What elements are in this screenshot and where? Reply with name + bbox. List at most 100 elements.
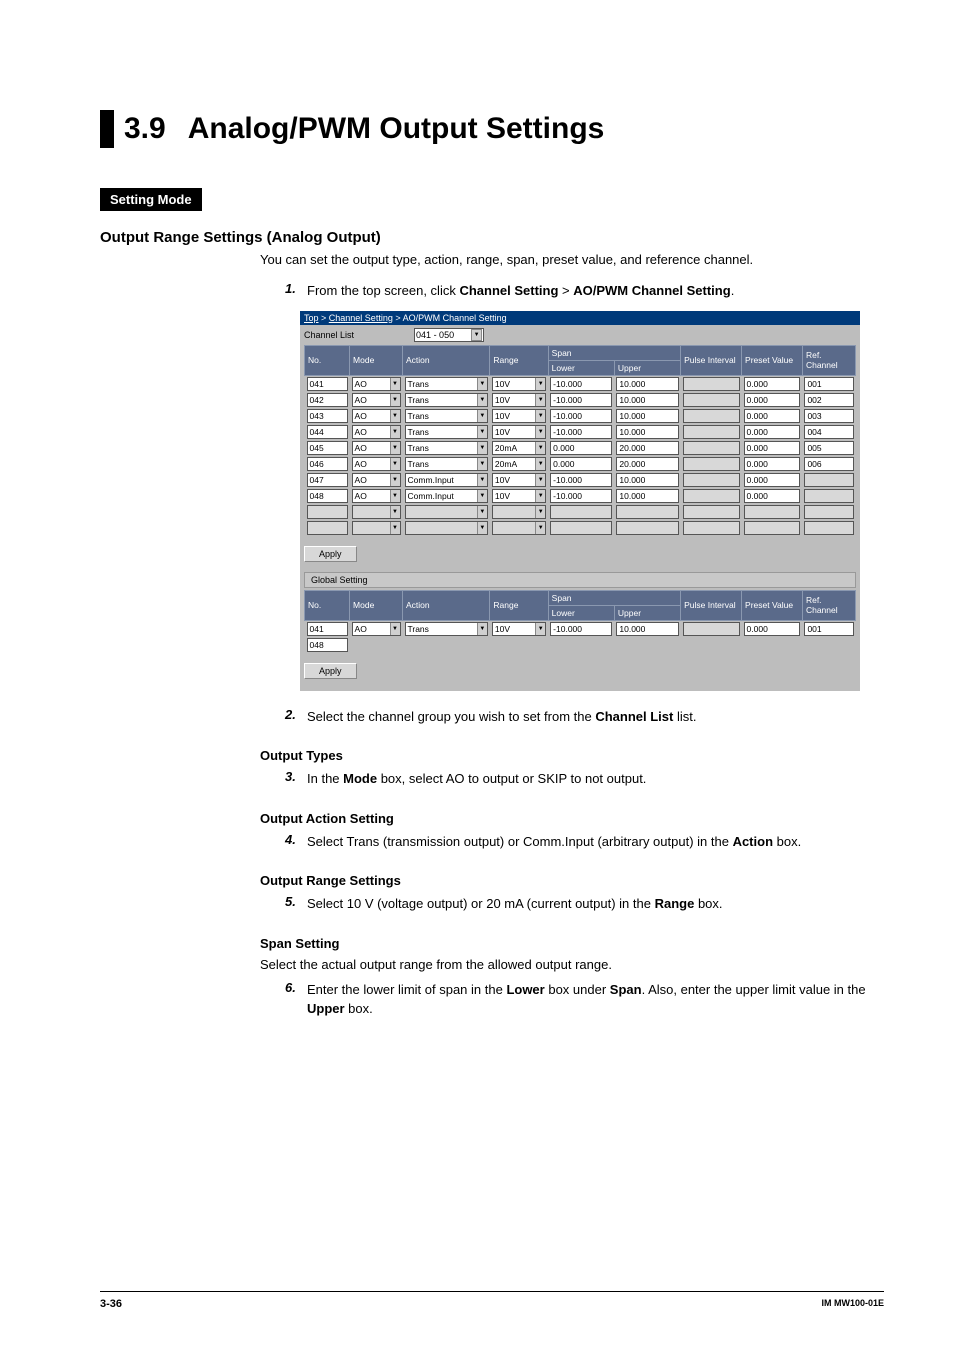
step-3: 3. In the Mode box, select AO to output … (285, 769, 884, 789)
dropdown[interactable]: 10V▼ (492, 473, 546, 487)
subhead-span-setting: Span Setting (260, 936, 884, 951)
step-6: 6. Enter the lower limit of span in the … (285, 980, 884, 1019)
text-input[interactable]: 006 (804, 457, 853, 471)
text-input[interactable]: 10.000 (616, 377, 678, 391)
text-input[interactable]: 004 (804, 425, 853, 439)
dropdown[interactable]: AO▼ (352, 377, 401, 391)
text-input[interactable]: -10.000 (550, 377, 612, 391)
text-input[interactable]: 047 (307, 473, 348, 487)
dropdown[interactable]: Comm.Input▼ (405, 473, 488, 487)
text-input[interactable]: 10.000 (616, 393, 678, 407)
dropdown[interactable]: 10V▼ (492, 425, 546, 439)
table-row: ▼ ▼ ▼ (305, 520, 856, 536)
chevron-down-icon: ▼ (390, 490, 400, 502)
dropdown[interactable]: 10V▼ (492, 409, 546, 423)
chevron-down-icon: ▼ (477, 522, 487, 534)
header-pulse: Pulse Interval (681, 345, 742, 375)
dropdown[interactable]: 20mA▼ (492, 457, 546, 471)
text-input[interactable]: 0.000 (744, 425, 801, 439)
dropdown[interactable]: Comm.Input▼ (405, 489, 488, 503)
text-input[interactable]: 0.000 (744, 622, 801, 636)
dropdown[interactable]: AO▼ (352, 409, 401, 423)
apply-button-global[interactable]: Apply (304, 663, 357, 679)
text-input[interactable]: 0.000 (744, 441, 801, 455)
text-input[interactable]: 042 (307, 393, 348, 407)
chevron-down-icon: ▼ (535, 442, 545, 454)
text-input[interactable]: 001 (804, 377, 853, 391)
text-input[interactable]: 048 (307, 638, 348, 652)
dropdown[interactable]: 10V▼ (492, 393, 546, 407)
apply-button[interactable]: Apply (304, 546, 357, 562)
dropdown[interactable]: Trans▼ (405, 441, 488, 455)
text-input[interactable]: -10.000 (550, 473, 612, 487)
dropdown[interactable]: Trans▼ (405, 377, 488, 391)
text-input[interactable]: -10.000 (550, 489, 612, 503)
dropdown[interactable]: AO▼ (352, 425, 401, 439)
text-input[interactable]: -10.000 (550, 409, 612, 423)
global-setting-bar[interactable]: Global Setting (304, 572, 856, 588)
chevron-down-icon: ▼ (477, 394, 487, 406)
dropdown[interactable]: 10V▼ (492, 622, 546, 636)
text-input[interactable]: 0.000 (744, 457, 801, 471)
dropdown[interactable]: AO▼ (352, 622, 401, 636)
text-input (744, 521, 801, 535)
text-input[interactable]: 041 (307, 622, 348, 636)
dropdown[interactable]: AO▼ (352, 473, 401, 487)
text-input (307, 505, 348, 519)
text-input[interactable]: 0.000 (744, 489, 801, 503)
text-input (683, 505, 740, 519)
text-input[interactable]: 003 (804, 409, 853, 423)
text-input[interactable]: 10.000 (616, 489, 678, 503)
text-input[interactable]: 041 (307, 377, 348, 391)
dropdown[interactable]: 20mA▼ (492, 441, 546, 455)
breadcrumb-top[interactable]: Top (304, 313, 319, 323)
text-input[interactable]: 0.000 (744, 377, 801, 391)
dropdown[interactable]: Trans▼ (405, 622, 488, 636)
dropdown[interactable]: 10V▼ (492, 489, 546, 503)
text-input[interactable]: 048 (307, 489, 348, 503)
dropdown[interactable]: AO▼ (352, 441, 401, 455)
text-input[interactable]: -10.000 (550, 425, 612, 439)
setting-mode-badge: Setting Mode (100, 188, 202, 211)
table-row: 048 (305, 637, 856, 653)
text-input[interactable]: 005 (804, 441, 853, 455)
dropdown[interactable]: Trans▼ (405, 409, 488, 423)
text-input[interactable]: -10.000 (550, 393, 612, 407)
dropdown[interactable]: Trans▼ (405, 393, 488, 407)
text-input[interactable]: 0.000 (550, 441, 612, 455)
text-input[interactable]: 20.000 (616, 441, 678, 455)
text-input[interactable]: 0.000 (744, 393, 801, 407)
text-input[interactable]: 10.000 (616, 425, 678, 439)
header-no: No. (305, 345, 350, 375)
text-input[interactable]: 046 (307, 457, 348, 471)
dropdown[interactable]: Trans▼ (405, 457, 488, 471)
text-input[interactable]: 044 (307, 425, 348, 439)
dropdown[interactable]: AO▼ (352, 393, 401, 407)
text-input (804, 489, 853, 503)
text-input[interactable]: 001 (804, 622, 853, 636)
text-input (683, 441, 740, 455)
dropdown[interactable]: AO▼ (352, 489, 401, 503)
breadcrumb-channel-setting[interactable]: Channel Setting (329, 313, 393, 323)
text-input[interactable]: 20.000 (616, 457, 678, 471)
text-input[interactable]: 10.000 (616, 473, 678, 487)
text-input[interactable]: -10.000 (550, 622, 612, 636)
text-input[interactable]: 043 (307, 409, 348, 423)
dropdown[interactable]: Trans▼ (405, 425, 488, 439)
text-input[interactable]: 10.000 (616, 409, 678, 423)
text-input (683, 377, 740, 391)
text-input[interactable]: 0.000 (550, 457, 612, 471)
text-input (683, 521, 740, 535)
text-input[interactable]: 002 (804, 393, 853, 407)
text-input (683, 425, 740, 439)
chevron-down-icon: ▼ (390, 378, 400, 390)
channel-list-select[interactable]: 041 - 050 ▼ (414, 328, 484, 342)
dropdown[interactable]: AO▼ (352, 457, 401, 471)
chevron-down-icon: ▼ (477, 490, 487, 502)
table-row: 048 AO▼ Comm.Input▼ 10V▼ -10.000 10.000 … (305, 488, 856, 504)
text-input[interactable]: 0.000 (744, 409, 801, 423)
dropdown[interactable]: 10V▼ (492, 377, 546, 391)
text-input[interactable]: 045 (307, 441, 348, 455)
text-input[interactable]: 0.000 (744, 473, 801, 487)
text-input[interactable]: 10.000 (616, 622, 678, 636)
